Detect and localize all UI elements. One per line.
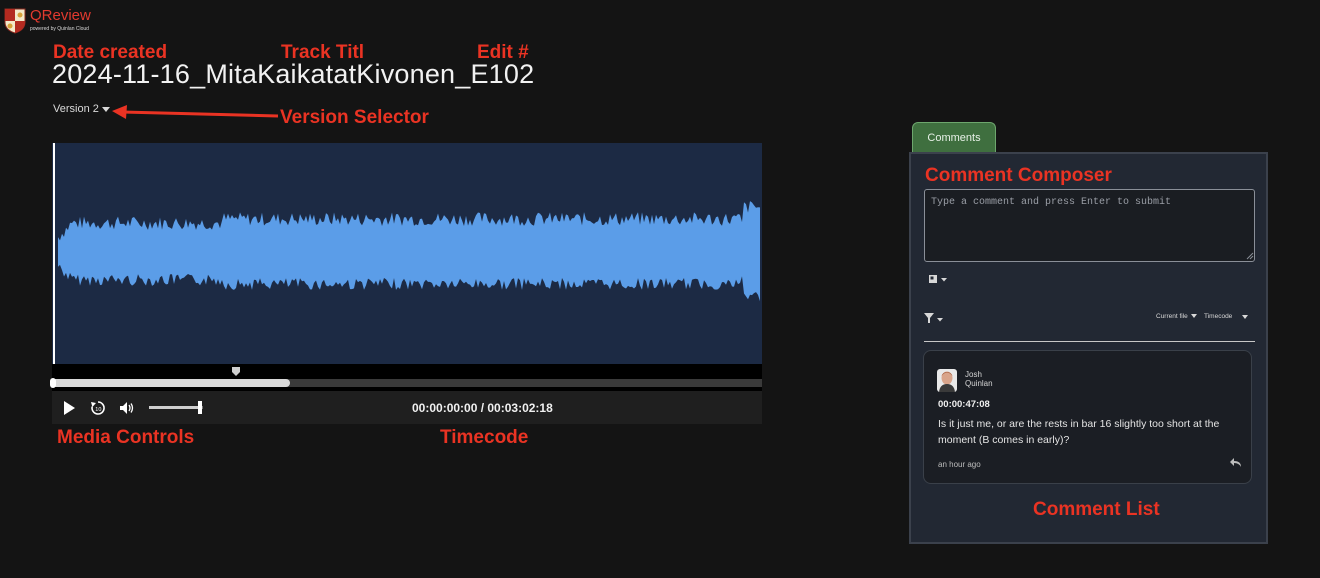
media-controls: 10 00:00:00:00 / 00:03:02:18 xyxy=(52,391,762,424)
volume-icon[interactable] xyxy=(118,399,136,417)
filter-icon[interactable] xyxy=(923,312,947,324)
annotation-comment-list: Comment List xyxy=(1033,499,1160,520)
comment-marker-icon[interactable] xyxy=(232,367,240,376)
timecode-display: 00:00:00:00 / 00:03:02:18 xyxy=(412,401,553,415)
annotation-arrow xyxy=(112,105,279,119)
track-title: 2024-11-16_MitaKaikatatKivonen_E102 xyxy=(52,59,535,89)
comment-timecode[interactable]: 00:00:47:08 xyxy=(938,399,990,410)
comment-author-first: Josh xyxy=(965,370,982,379)
caret-down-icon xyxy=(101,106,110,112)
comment-card[interactable]: Josh Quinlan 00:00:47:08 Is it just me, … xyxy=(923,350,1252,484)
version-label: Version 2 xyxy=(53,103,99,115)
comment-author-last: Quinlan xyxy=(965,379,993,388)
avatar xyxy=(937,369,957,392)
waveform-shape xyxy=(58,201,760,302)
waveform[interactable] xyxy=(52,143,762,364)
annotation-media-controls: Media Controls xyxy=(57,427,195,448)
divider xyxy=(924,341,1255,342)
media-player: 10 00:00:00:00 / 00:03:02:18 xyxy=(50,143,762,424)
scope-filter-select[interactable]: Current file xyxy=(1156,313,1197,320)
rewind-icon[interactable]: 10 xyxy=(89,399,107,417)
attachment-icon[interactable] xyxy=(928,273,952,285)
comments-panel: Comment Composer Current file Timecode J… xyxy=(909,152,1268,544)
comment-posted-time: an hour ago xyxy=(938,460,981,469)
progress-bar[interactable] xyxy=(50,378,762,388)
comment-input[interactable] xyxy=(924,189,1255,262)
progress-buffered xyxy=(52,379,290,387)
annotation-comment-composer: Comment Composer xyxy=(925,165,1112,186)
waveform-graphic xyxy=(58,201,760,302)
caret-down-icon xyxy=(1190,314,1197,319)
app-tagline: powered by Quinlan Cloud xyxy=(30,26,89,32)
caret-down-icon[interactable] xyxy=(1242,315,1248,319)
scrub-area[interactable] xyxy=(50,364,762,391)
sort-select[interactable]: Timecode xyxy=(1204,313,1232,320)
app-name: QReview xyxy=(30,7,91,24)
svg-text:10: 10 xyxy=(95,407,101,413)
progress-knob[interactable] xyxy=(50,378,56,388)
volume-level xyxy=(149,406,201,409)
resize-grip-icon[interactable] xyxy=(1246,252,1254,260)
sort-label: Timecode xyxy=(1204,313,1233,320)
volume-slider[interactable] xyxy=(149,401,203,414)
reply-icon[interactable] xyxy=(1229,455,1243,469)
scope-filter-label: Current file xyxy=(1156,313,1188,320)
volume-knob[interactable] xyxy=(198,401,203,414)
shield-crest-icon xyxy=(4,8,26,34)
playhead[interactable] xyxy=(53,143,55,364)
version-selector[interactable]: Version 2 xyxy=(53,103,110,115)
app-logo[interactable]: QReview powered by Quinlan Cloud xyxy=(4,7,124,36)
play-icon[interactable] xyxy=(60,399,78,417)
tab-comments[interactable]: Comments xyxy=(912,122,996,153)
annotation-version-selector: Version Selector xyxy=(280,107,429,128)
comment-text: Is it just me, or are the rests in bar 1… xyxy=(938,418,1220,446)
annotation-timecode: Timecode xyxy=(440,427,529,448)
